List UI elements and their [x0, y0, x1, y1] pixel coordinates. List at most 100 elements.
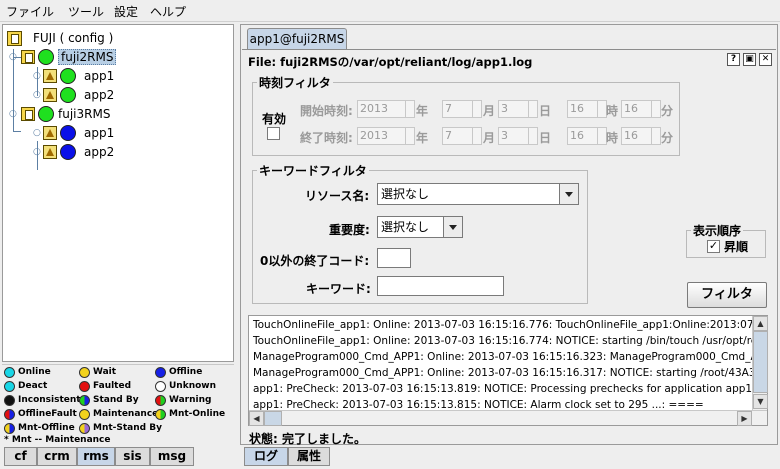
tab-msg[interactable]: msg: [150, 447, 194, 466]
legend-online: Online: [4, 366, 51, 378]
scroll-left-icon[interactable]: ◀: [249, 411, 264, 426]
minute-unit: 分: [661, 131, 674, 145]
expand-toggle-icon[interactable]: ○: [33, 71, 43, 81]
end-year-spinner[interactable]: 2013: [357, 127, 415, 145]
tree-app-fuji2rms-app1[interactable]: ○ app1: [33, 67, 114, 85]
application-icon: [43, 126, 57, 140]
deact-dot-icon: [4, 380, 15, 392]
inconsistent-dot-icon: [4, 394, 15, 406]
minute-unit: 分: [661, 104, 674, 118]
close-icon[interactable]: ✕: [759, 53, 772, 66]
start-minute-spinner[interactable]: 16: [621, 100, 661, 118]
tab-log[interactable]: ログ: [244, 447, 288, 466]
status-text: 状態: 完了しました。: [249, 432, 366, 446]
tree-node-label: fuji3RMS: [58, 107, 111, 121]
status-online-icon: [38, 49, 54, 65]
keyword-label: キーワード:: [306, 282, 371, 296]
end-month-spinner[interactable]: 7: [442, 127, 482, 145]
tree-app-fuji3rms-app2[interactable]: ○ app2: [33, 143, 114, 161]
horizontal-scrollbar[interactable]: ◀ ▶: [249, 410, 767, 426]
keyword-input[interactable]: [377, 276, 504, 296]
help-icon[interactable]: ?: [727, 53, 740, 66]
offline-dot-icon: [155, 366, 166, 378]
legend-standby: Stand By: [79, 394, 139, 406]
start-day-spinner[interactable]: 3: [498, 100, 538, 118]
start-year-spinner[interactable]: 2013: [357, 100, 415, 118]
online-dot-icon: [4, 366, 15, 378]
tree-app-fuji2rms-app2[interactable]: ○ app2: [33, 86, 114, 104]
tree-node-fuji2rms[interactable]: ○ fuji2RMS: [9, 48, 117, 66]
month-unit: 月: [483, 131, 496, 145]
chevron-down-icon[interactable]: [559, 184, 578, 204]
log-line: ManageProgram000_Cmd_APP1: Online: 2013-…: [253, 367, 768, 379]
exit-code-input[interactable]: [377, 248, 411, 268]
end-hour-spinner[interactable]: 16: [567, 127, 607, 145]
end-minute-spinner[interactable]: 16: [621, 127, 661, 145]
status-online-icon: [60, 68, 76, 84]
end-time-label: 終了時刻:: [300, 131, 353, 145]
tab-sis[interactable]: sis: [115, 447, 150, 466]
log-line: ManageProgram000_Cmd_APP1: Online: 2013-…: [253, 351, 758, 363]
severity-label: 重要度:: [329, 223, 370, 237]
tree-node-fuji3rms[interactable]: ○ fuji3RMS: [9, 105, 110, 123]
faulted-dot-icon: [79, 380, 90, 392]
cluster-tree: FUJI ( config ) ○ fuji2RMS ○ app1 ○ app2…: [2, 24, 234, 362]
end-day-spinner[interactable]: 3: [498, 127, 538, 145]
keyword-filter-title: キーワードフィルタ: [257, 162, 369, 179]
time-filter-enable-checkbox[interactable]: [267, 127, 280, 140]
log-line: TouchOnlineFile_app1: Online: 2013-07-03…: [253, 335, 768, 347]
scroll-right-icon[interactable]: ▶: [737, 411, 752, 426]
application-icon: [43, 69, 57, 83]
tab-cf[interactable]: cf: [4, 447, 37, 466]
expand-toggle-icon[interactable]: ○: [33, 128, 43, 138]
menu-file[interactable]: ファイル: [6, 3, 54, 20]
legend-mnt-offline: Mnt-Offline: [4, 422, 75, 434]
year-unit: 年: [416, 131, 429, 145]
sort-order-title: 表示順序: [691, 222, 744, 239]
expand-toggle-icon[interactable]: ○: [9, 109, 21, 119]
tab-rms[interactable]: rms: [77, 447, 115, 466]
tree-root[interactable]: FUJI ( config ): [7, 29, 113, 47]
scroll-up-icon[interactable]: ▲: [753, 316, 768, 331]
tab-attributes[interactable]: 属性: [288, 447, 330, 466]
expand-toggle-icon[interactable]: ○: [33, 90, 43, 100]
scroll-thumb[interactable]: [753, 331, 768, 393]
tab-divider: [242, 49, 776, 50]
legend-inconsistent: Inconsistent: [4, 394, 81, 406]
offlinefault-dot-icon: [4, 408, 15, 420]
tree-app-label: app1: [84, 126, 115, 140]
filter-button[interactable]: フィルタ: [687, 282, 767, 308]
tree-app-fuji3rms-app1[interactable]: ○ app1: [33, 124, 114, 142]
scroll-down-icon[interactable]: ▼: [753, 394, 768, 409]
legend-note: * Mnt -- Maintenance: [4, 435, 111, 445]
time-filter-enable-label: 有効: [262, 112, 287, 126]
severity-select[interactable]: 選択なし: [377, 216, 463, 238]
menu-settings[interactable]: 設定: [114, 3, 138, 20]
start-month-spinner[interactable]: 7: [442, 100, 482, 118]
menu-help[interactable]: ヘルプ: [150, 3, 186, 20]
ascending-checkbox[interactable]: ✓: [707, 240, 720, 253]
resource-name-select[interactable]: 選択なし: [377, 183, 579, 205]
tree-connector: [13, 131, 21, 132]
legend-wait: Wait: [79, 366, 116, 378]
legend-faulted: Faulted: [79, 380, 131, 392]
menu-tools[interactable]: ツール: [68, 3, 104, 20]
node-icon: [21, 50, 35, 64]
tab-crm[interactable]: crm: [37, 447, 77, 466]
tree-app-label: app1: [84, 69, 115, 83]
status-online-icon: [38, 106, 54, 122]
legend-unknown: Unknown: [155, 380, 216, 392]
restore-icon[interactable]: ▣: [743, 53, 756, 66]
tree-root-label: FUJI ( config ): [33, 31, 114, 45]
tab-app1-fuji2rms[interactable]: app1@fuji2RMS: [247, 28, 347, 50]
chevron-down-icon[interactable]: [443, 217, 462, 237]
scroll-thumb-horizontal[interactable]: [264, 411, 282, 426]
log-line: app1: PreCheck: 2013-07-03 16:15:13.819:…: [253, 383, 768, 395]
start-hour-spinner[interactable]: 16: [567, 100, 607, 118]
expand-toggle-icon[interactable]: ○: [9, 52, 21, 62]
expand-toggle-icon[interactable]: ○: [33, 147, 43, 157]
unknown-dot-icon: [155, 380, 166, 392]
vertical-scrollbar[interactable]: ▲ ▼: [752, 316, 768, 410]
legend-offline: Offline: [155, 366, 202, 378]
resource-name-label: リソース名:: [305, 189, 370, 203]
